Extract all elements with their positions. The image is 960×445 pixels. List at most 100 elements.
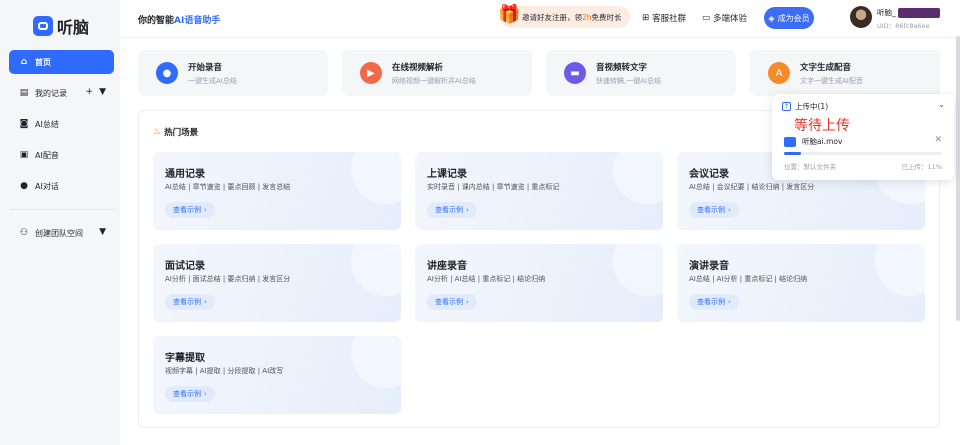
sidebar-item-home[interactable]: ⌂ 首页 [9,50,114,74]
collapse-chevron-icon[interactable]: ⌄ [938,100,945,109]
create-team-space[interactable]: ⚇ 创建团队空间 ▼ [9,221,114,245]
quick-action-text-to-voice[interactable]: A 文字生成配音文字一键生成AI配音 [750,50,940,96]
quick-action-desc: 一键生成AI总结 [188,76,237,85]
promo-highlight: 2h [582,12,592,22]
view-example-button[interactable]: 查看示例 › [427,202,477,218]
upload-file: 听脑ai.mov [784,136,842,147]
vip-label: 成为会员 [777,13,810,23]
chat-icon: ● [20,181,28,191]
quick-action-title: 在线视频解析 [392,62,444,73]
view-example-label: 查看示例 [173,390,201,398]
quick-action-video-parse[interactable]: ▶ 在线视频解析网络视频一键解析并AI总结 [342,50,532,96]
scene-card-lecture[interactable]: 讲座录音 AI分析 | AI总结 | 重点标记 | 结论归纳 查看示例 › [415,244,663,322]
multi-device-label: 多端体验 [713,14,748,24]
team-label: 创建团队空间 [35,228,83,238]
scene-card-desc: 实时录音 | 课内总结 | 章节速览 | 重点标记 [427,183,560,191]
scene-card-speech[interactable]: 演讲录音 AI总结 | AI分析 | 重点标记 | 结论归纳 查看示例 › [677,244,925,322]
chevron-down-icon[interactable]: ▼ [99,227,106,237]
view-example-label: 查看示例 [435,206,463,214]
view-example-button[interactable]: 查看示例 › [165,294,215,310]
promo-text-end: 免费时长 [591,12,622,22]
scene-card-title: 演讲录音 [689,261,729,272]
upload-filename: 听脑ai.mov [802,137,843,146]
grid-icon: ⊞ [642,13,650,23]
multi-device-link[interactable]: ▭ 多端体验 [702,12,747,24]
community-label: 客服社群 [652,14,687,24]
scene-card-desc: AI总结 | AI分析 | 重点标记 | 结论归纳 [689,275,808,283]
hot-scenes-title: ♨ 热门场景 [153,126,198,138]
close-icon[interactable]: ✕ [934,135,942,145]
scene-card-subtitle[interactable]: 字幕提取 视频字幕 | AI提取 | 分段提取 | AI改写 查看示例 › [153,336,401,414]
scene-card-title: 通用记录 [165,169,205,180]
dub-icon: ▣ [19,150,29,160]
view-example-label: 查看示例 [173,298,201,306]
sidebar-item-label: AI总结 [35,119,59,129]
scene-card-desc: AI分析 | AI总结 | 重点标记 | 结论归纳 [427,275,546,283]
view-example-button[interactable]: 查看示例 › [165,386,215,402]
chevron-right-icon: › [466,206,469,214]
username[interactable]: 听脑_ [877,7,940,18]
quick-action-desc: 网络视频一键解析并AI总结 [392,76,476,85]
scene-card-desc: AI总结 | 会议纪要 | 结论归纳 | 发言区分 [689,183,815,191]
add-record-button[interactable]: + [86,87,94,97]
sidebar-item-label: 首页 [35,57,51,67]
document-icon: ▤ [19,88,29,98]
chevron-right-icon: › [204,390,207,398]
top-header: 你的智能AI语音助手 🎁 邀请好友注册，领 2h 免费时长 ⊞ 客服社群 ▭ 多端体… [120,0,960,38]
sidebar: 听脑 ⌂ 首页 ▤ 我的记录 + ▼ ◙ AI总结 ▣ AI配音 ● AI对话 … [0,0,120,445]
video-file-icon [784,136,796,147]
quick-action-desc: 快速转稿,一键AI总结 [596,76,662,85]
community-link[interactable]: ⊞ 客服社群 [642,12,686,24]
scene-card-title: 讲座录音 [427,261,467,272]
text-voice-icon: A [768,62,790,84]
avatar[interactable] [850,6,872,28]
scene-card-title: 上课记录 [427,169,467,180]
chevron-down-icon[interactable]: ▼ [99,87,106,97]
upload-percent: 已上传：11% [901,163,942,171]
quick-action-desc: 文字一键生成AI配音 [800,76,863,85]
robot-icon: ◙ [19,119,29,129]
chevron-right-icon: › [204,298,207,306]
sidebar-item-ai-dub[interactable]: ▣ AI配音 [9,143,114,167]
scene-card-desc: 视频字幕 | AI提取 | 分段提取 | AI改写 [165,367,284,375]
flame-icon: ♨ [153,127,162,137]
sidebar-item-label: 我的记录 [35,88,67,98]
view-example-button[interactable]: 查看示例 › [689,202,739,218]
sidebar-item-my-records[interactable]: ▤ 我的记录 + ▼ [9,81,114,105]
home-icon: ⌂ [20,57,28,67]
upload-location: 位置：默认文件夹 [784,163,836,171]
view-example-button[interactable]: 查看示例 › [165,202,215,218]
username-text: 听脑_ [877,8,896,17]
page-scrollbar[interactable] [956,36,960,321]
sidebar-item-ai-chat[interactable]: ● AI对话 [9,174,114,198]
quick-action-transcribe[interactable]: ▬ 音视频转文字 快速转稿,一键AI总结 [546,50,736,96]
upload-header-label: 上传中(1) [795,102,829,111]
gift-icon: 🎁 [498,4,521,25]
upload-progress-bar [784,152,942,155]
view-example-label: 查看示例 [435,298,463,306]
user-uid: UID：86fc8a6ee [877,22,930,30]
upload-panel: ↑ 上传中(1) ⌄ 等待上传 听脑ai.mov ✕ 位置：默认文件夹 已上传：… [772,94,954,180]
app-logo[interactable]: 听脑 [33,14,89,38]
transcribe-icon: ▬ [564,62,586,84]
become-member-button[interactable]: ◈ 成为会员 [764,7,814,29]
view-example-button[interactable]: 查看示例 › [427,294,477,310]
view-example-label: 查看示例 [697,206,725,214]
view-example-button[interactable]: 查看示例 › [689,294,739,310]
scene-card-desc: AI总结 | 章节速览 | 要点回顾 | 发言总结 [165,183,291,191]
username-redacted [897,7,940,18]
team-icon: ⚇ [19,228,29,238]
sidebar-divider [9,209,114,210]
scene-card-interview[interactable]: 面试记录 AI分析 | 面试总结 | 要点归纳 | 发言区分 查看示例 › [153,244,401,322]
invite-promo-banner[interactable]: 🎁 邀请好友注册，领 2h 免费时长 [498,4,630,28]
upload-waiting-text: 等待上传 [794,118,850,134]
video-icon: ▶ [360,62,382,84]
quick-action-start-recording[interactable]: ● 开始录音 一键生成AI总结 [138,50,328,96]
logo-text: 听脑 [57,18,90,37]
sidebar-item-ai-summary[interactable]: ◙ AI总结 [9,112,114,136]
upload-header: ↑ 上传中(1) [782,101,828,112]
scene-card-class[interactable]: 上课记录 实时录音 | 课内总结 | 章节速览 | 重点标记 查看示例 › [415,152,663,230]
promo-text: 邀请好友注册，领 [522,12,582,22]
scene-card-general[interactable]: 通用记录 AI总结 | 章节速览 | 要点回顾 | 发言总结 查看示例 › [153,152,401,230]
quick-action-title: 文字生成配音 [800,62,852,73]
